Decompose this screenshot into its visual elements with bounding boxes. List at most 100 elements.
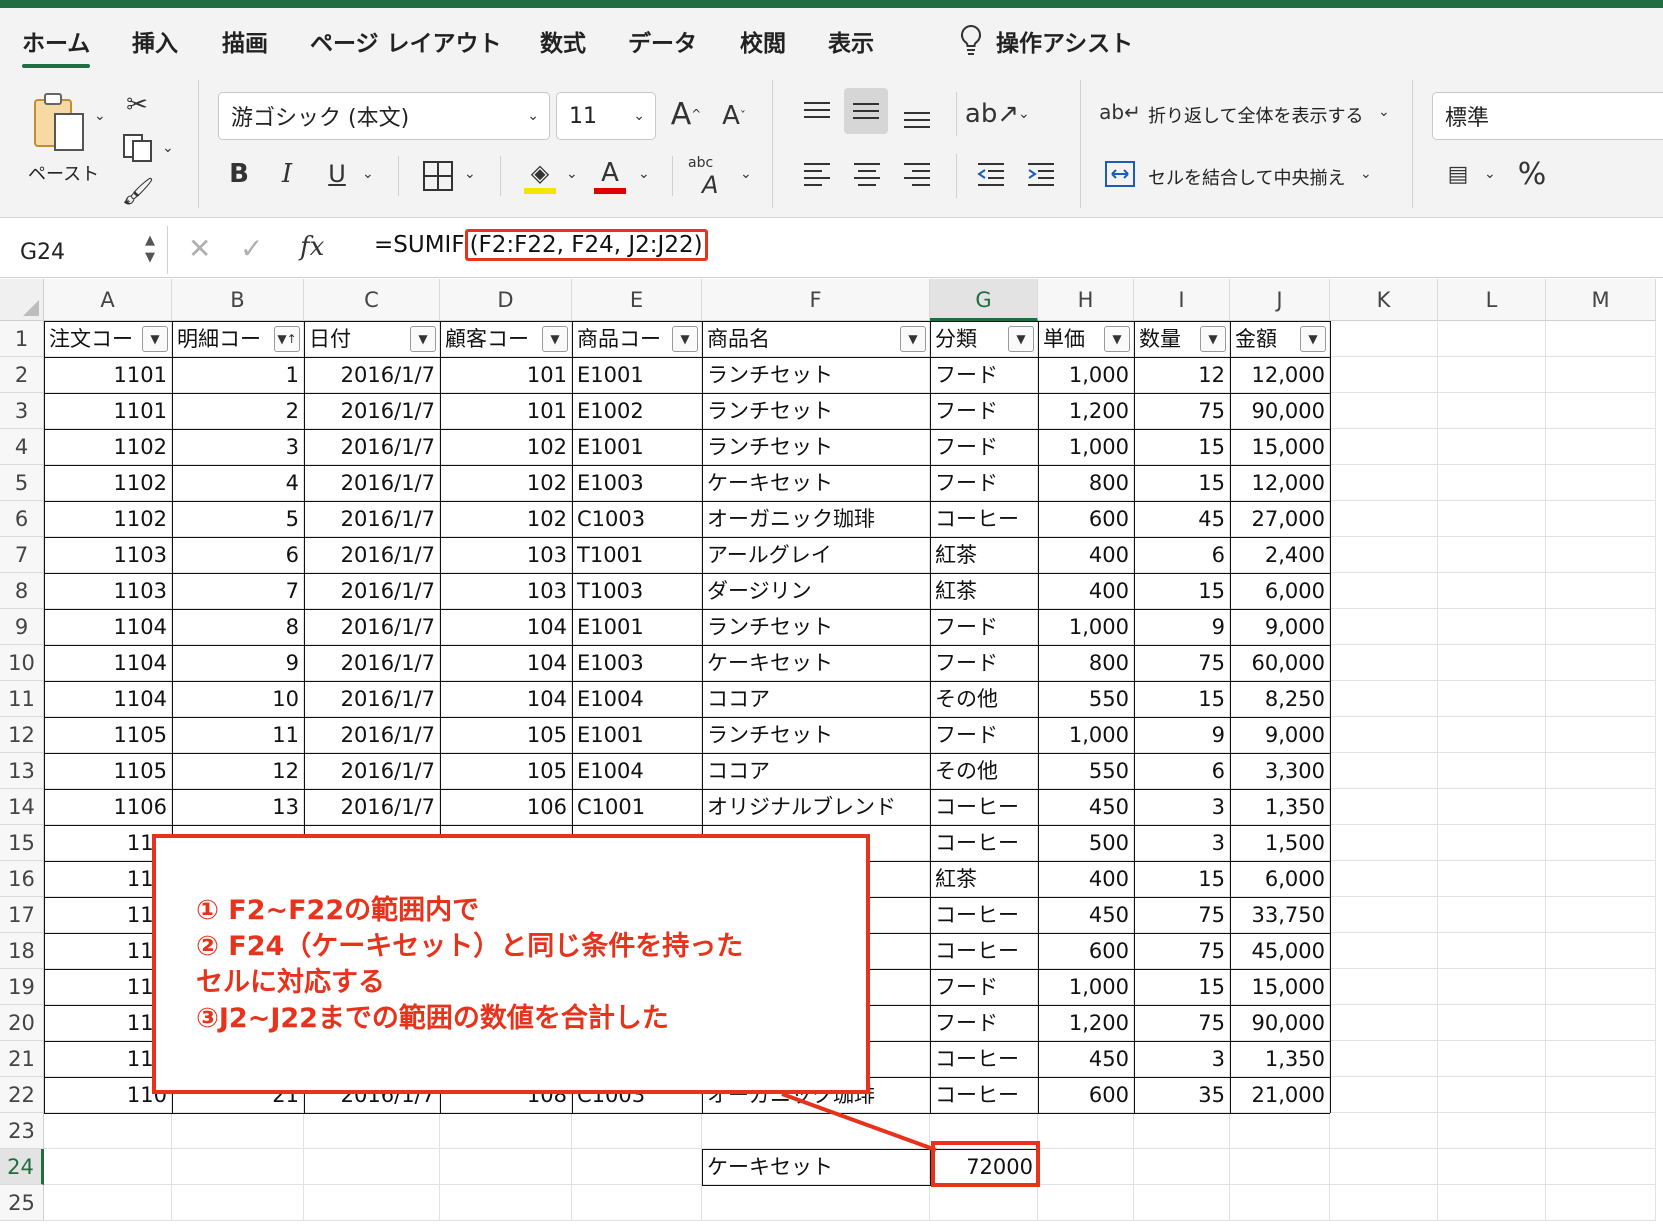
table-cell[interactable]: 75 xyxy=(1134,897,1230,933)
table-cell[interactable]: 15,000 xyxy=(1230,429,1330,465)
table-cell[interactable]: フード xyxy=(930,609,1038,645)
table-cell[interactable]: フード xyxy=(930,717,1038,753)
table-cell[interactable]: ケーキセット xyxy=(702,645,930,681)
header-cell[interactable]: 注文コー xyxy=(44,321,138,357)
header-cell[interactable]: 単価 xyxy=(1038,321,1100,357)
column-header-j[interactable]: J xyxy=(1230,279,1330,321)
table-cell[interactable]: 104 xyxy=(440,645,572,681)
table-cell[interactable]: 2016/1/7 xyxy=(304,717,440,753)
table-cell[interactable]: 75 xyxy=(1134,933,1230,969)
phonetic-dropdown-icon[interactable]: ⌄ xyxy=(740,166,752,182)
table-cell[interactable]: 1 xyxy=(172,357,304,393)
borders-icon[interactable] xyxy=(418,156,458,196)
row-header-13[interactable]: 13 xyxy=(0,753,44,789)
table-cell[interactable]: 6 xyxy=(1134,753,1230,789)
tab-draw[interactable]: 描画 xyxy=(222,24,268,58)
row-header-1[interactable]: 1 xyxy=(0,321,44,357)
table-cell[interactable]: E1001 xyxy=(572,429,702,465)
table-cell[interactable]: 104 xyxy=(440,609,572,645)
table-cell[interactable]: 2016/1/7 xyxy=(304,393,440,429)
accounting-dropdown-icon[interactable]: ⌄ xyxy=(1484,166,1496,182)
table-cell[interactable]: 800 xyxy=(1038,645,1134,681)
table-cell[interactable]: 2016/1/7 xyxy=(304,753,440,789)
filter-dropdown-icon[interactable]: ▼ xyxy=(410,326,436,352)
table-cell[interactable]: 15,000 xyxy=(1230,969,1330,1005)
table-cell[interactable]: 2016/1/7 xyxy=(304,357,440,393)
filter-dropdown-icon[interactable]: ▼ xyxy=(1300,326,1326,352)
table-cell[interactable]: 105 xyxy=(440,717,572,753)
table-cell[interactable]: 2,400 xyxy=(1230,537,1330,573)
criteria-cell-f24[interactable]: ケーキセット xyxy=(702,1149,930,1185)
header-cell[interactable]: 金額 xyxy=(1230,321,1296,357)
table-cell[interactable]: コーヒー xyxy=(930,897,1038,933)
tab-tell-me[interactable]: 操作アシスト xyxy=(996,24,1133,58)
align-bottom-icon[interactable] xyxy=(896,98,938,138)
font-color-icon[interactable]: A xyxy=(590,154,630,198)
table-cell[interactable]: 3,300 xyxy=(1230,753,1330,789)
table-cell[interactable]: 103 xyxy=(440,573,572,609)
wrap-text-icon[interactable]: ab↵ xyxy=(1099,92,1141,132)
align-left-icon[interactable] xyxy=(796,154,838,194)
table-cell[interactable]: コーヒー xyxy=(930,1077,1038,1113)
header-cell[interactable]: 顧客コー xyxy=(440,321,538,357)
accounting-format-icon[interactable]: ▤ xyxy=(1436,154,1480,194)
orientation-icon[interactable]: ab↗ xyxy=(965,92,1019,136)
table-cell[interactable]: 400 xyxy=(1038,537,1134,573)
number-format-dropdown[interactable]: 標準 xyxy=(1432,92,1663,140)
table-cell[interactable]: フード xyxy=(930,969,1038,1005)
row-header-6[interactable]: 6 xyxy=(0,501,44,537)
table-cell[interactable]: 15 xyxy=(1134,573,1230,609)
table-cell[interactable]: ココア xyxy=(702,681,930,717)
wrap-text-button[interactable]: 折り返して全体を表示する xyxy=(1148,102,1363,128)
table-cell[interactable]: その他 xyxy=(930,753,1038,789)
table-cell[interactable]: T1001 xyxy=(572,537,702,573)
underline-dropdown-icon[interactable]: ⌄ xyxy=(362,166,374,182)
decrease-font-size-icon[interactable]: Aˇ xyxy=(716,96,752,136)
table-cell[interactable]: 6,000 xyxy=(1230,573,1330,609)
row-header-4[interactable]: 4 xyxy=(0,429,44,465)
table-cell[interactable]: 600 xyxy=(1038,933,1134,969)
table-cell[interactable]: E1003 xyxy=(572,465,702,501)
table-cell[interactable]: コーヒー xyxy=(930,825,1038,861)
table-cell[interactable]: 1102 xyxy=(44,501,172,537)
column-header-e[interactable]: E xyxy=(572,279,702,321)
table-cell[interactable]: 2016/1/7 xyxy=(304,789,440,825)
table-cell[interactable]: 21,000 xyxy=(1230,1077,1330,1113)
table-cell[interactable]: 600 xyxy=(1038,501,1134,537)
column-header-d[interactable]: D xyxy=(440,279,572,321)
font-name-dropdown[interactable]: 游ゴシック (本文) ⌄ xyxy=(218,92,550,140)
table-cell[interactable]: 2016/1/7 xyxy=(304,573,440,609)
table-cell[interactable]: ケーキセット xyxy=(702,465,930,501)
filter-dropdown-icon[interactable]: ▼ xyxy=(542,326,568,352)
wrap-text-dropdown-icon[interactable]: ⌄ xyxy=(1378,104,1390,120)
table-cell[interactable]: コーヒー xyxy=(930,501,1038,537)
table-cell[interactable]: 4 xyxy=(172,465,304,501)
filter-dropdown-icon[interactable]: ▼ xyxy=(142,326,168,352)
table-cell[interactable]: 106 xyxy=(440,789,572,825)
name-box-stepper-icon[interactable]: ▲ ▼ xyxy=(145,232,155,266)
row-header-16[interactable]: 16 xyxy=(0,861,44,897)
table-cell[interactable]: E1001 xyxy=(572,717,702,753)
table-cell[interactable]: 紅茶 xyxy=(930,537,1038,573)
table-cell[interactable]: 1102 xyxy=(44,429,172,465)
table-cell[interactable]: 1,500 xyxy=(1230,825,1330,861)
table-cell[interactable]: アールグレイ xyxy=(702,537,930,573)
table-cell[interactable]: ランチセット xyxy=(702,609,930,645)
table-cell[interactable]: 3 xyxy=(1134,789,1230,825)
table-cell[interactable]: 15 xyxy=(1134,681,1230,717)
header-cell[interactable]: 商品コー xyxy=(572,321,668,357)
cut-icon[interactable]: ✂ xyxy=(122,88,152,122)
table-cell[interactable]: 2016/1/7 xyxy=(304,645,440,681)
table-cell[interactable]: C1001 xyxy=(572,789,702,825)
tab-home[interactable]: ホーム xyxy=(22,24,91,68)
font-color-dropdown-icon[interactable]: ⌄ xyxy=(638,166,650,182)
table-cell[interactable]: 27,000 xyxy=(1230,501,1330,537)
table-cell[interactable]: フード xyxy=(930,645,1038,681)
table-cell[interactable]: T1003 xyxy=(572,573,702,609)
row-header-24[interactable]: 24 xyxy=(0,1149,44,1185)
underline-icon[interactable]: U xyxy=(322,154,352,194)
table-cell[interactable]: 3 xyxy=(172,429,304,465)
column-header-l[interactable]: L xyxy=(1438,279,1546,321)
tab-review[interactable]: 校閲 xyxy=(740,24,786,58)
copy-icon[interactable] xyxy=(118,130,158,166)
